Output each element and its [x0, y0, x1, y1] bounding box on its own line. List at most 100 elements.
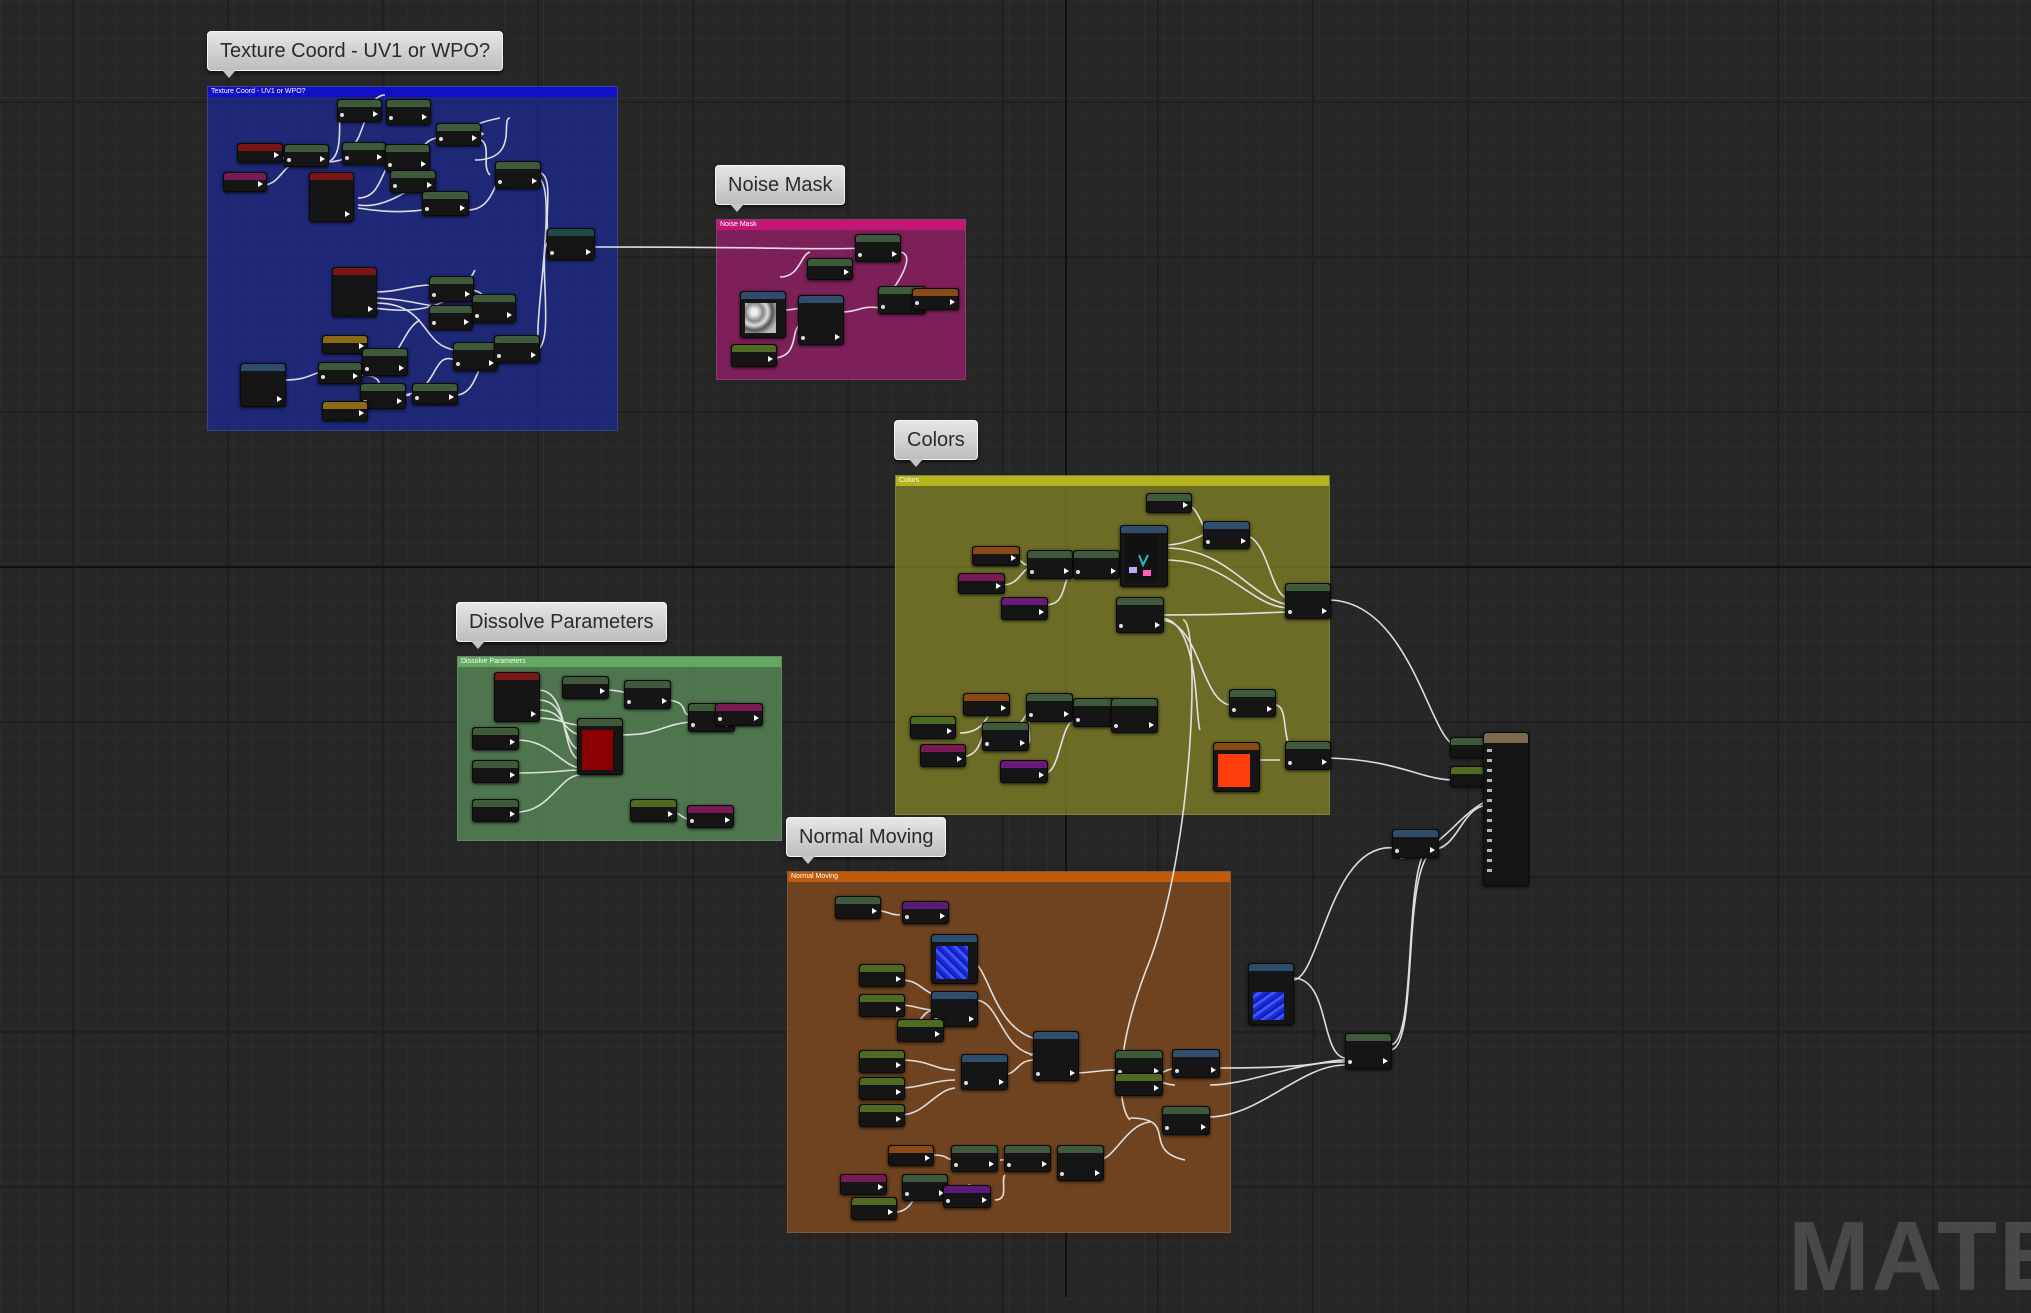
- colors-node-green-8[interactable]: [910, 716, 956, 739]
- dissolve-node-red-preview[interactable]: [494, 672, 540, 722]
- noise-node-orange-1[interactable]: [912, 288, 959, 310]
- colors-node-magenta-4[interactable]: [1000, 760, 1048, 783]
- dissolve-node-green-6[interactable]: [472, 799, 519, 822]
- wire: [1160, 612, 1290, 615]
- red-color-swatch: [582, 730, 613, 770]
- texcoord-node-green-11[interactable]: [429, 305, 473, 330]
- normal-node-blue-2[interactable]: [961, 1054, 1008, 1090]
- material-result-node[interactable]: [1483, 732, 1529, 886]
- normal-node-green-4[interactable]: [897, 1019, 944, 1042]
- normal-node-purple-2[interactable]: [943, 1185, 991, 1208]
- wire: [375, 285, 432, 292]
- texcoord-node-green-10[interactable]: [429, 276, 474, 302]
- colors-node-magenta-3[interactable]: [920, 744, 966, 767]
- colors-node-green-2[interactable]: [1073, 550, 1120, 579]
- noise-texture-sample[interactable]: [740, 291, 786, 338]
- colors-node-green-top[interactable]: [1146, 493, 1192, 513]
- normal-texture-preview-2: [1253, 992, 1284, 1020]
- texcoord-node-red-preview[interactable]: [309, 172, 354, 222]
- normal-node-green-7[interactable]: [859, 1104, 905, 1127]
- texcoord-node-green-9[interactable]: [495, 161, 541, 189]
- texcoord-node-green-4[interactable]: [342, 142, 386, 165]
- texcoord-node-green-12[interactable]: [472, 294, 516, 323]
- texcoord-node-green-1[interactable]: [284, 144, 329, 167]
- texcoord-node-green-5[interactable]: [385, 144, 430, 172]
- colors-node-green-3[interactable]: [1116, 597, 1164, 633]
- texcoord-node-green-18[interactable]: [412, 383, 458, 405]
- colors-node-green-5[interactable]: [1026, 693, 1073, 722]
- texcoord-node-green-7[interactable]: [436, 123, 481, 146]
- wire: [1390, 845, 1435, 1045]
- normal-node-green-6[interactable]: [859, 1077, 905, 1100]
- texcoord-node-green-3[interactable]: [386, 99, 431, 125]
- normal-node-magenta-1[interactable]: [840, 1174, 887, 1195]
- colors-node-green-9[interactable]: [982, 722, 1029, 751]
- dissolve-node-magenta-1[interactable]: [715, 703, 763, 726]
- colors-node-magenta-2[interactable]: [1001, 597, 1048, 620]
- colors-node-magenta-1[interactable]: [958, 573, 1005, 594]
- colors-node-green-10[interactable]: [1229, 689, 1276, 717]
- texcoord-node-red-preview-2[interactable]: [332, 267, 377, 317]
- normal-node-green-5[interactable]: [859, 1050, 905, 1073]
- colors-node-green-7[interactable]: [1111, 698, 1158, 733]
- normal-node-green-11[interactable]: [951, 1145, 998, 1172]
- normal-node-orange-1[interactable]: [888, 1145, 934, 1166]
- wire: [842, 307, 880, 312]
- wire: [900, 1080, 955, 1088]
- normal-texture-sample-1[interactable]: [931, 934, 978, 984]
- noise-node-green-1[interactable]: [855, 234, 901, 262]
- texcoord-node-green-16[interactable]: [318, 362, 362, 384]
- dissolve-node-green-4[interactable]: [472, 727, 519, 750]
- texcoord-node-red-1[interactable]: [237, 143, 283, 163]
- normal-node-green-12[interactable]: [1004, 1145, 1051, 1172]
- texcoord-node-green-14[interactable]: [494, 335, 540, 363]
- normal-node-green-2[interactable]: [859, 964, 905, 987]
- colors-texture-sample[interactable]: [1120, 525, 1168, 587]
- wire: [1121, 620, 1192, 1120]
- dissolve-node-green-2[interactable]: [624, 680, 671, 709]
- colors-node-orange-2[interactable]: [963, 693, 1010, 716]
- dissolve-node-green-5[interactable]: [472, 760, 519, 783]
- normal-node-green-9[interactable]: [1115, 1073, 1163, 1096]
- normal-node-green-10[interactable]: [1162, 1106, 1210, 1135]
- colors-param-orange-preview[interactable]: [1213, 742, 1260, 792]
- normal-node-green-13[interactable]: [1057, 1145, 1104, 1181]
- normal-node-purple-1[interactable]: [902, 901, 949, 924]
- noise-node-green-2[interactable]: [807, 258, 853, 280]
- wire: [1210, 1062, 1345, 1085]
- colors-node-green-11[interactable]: [1285, 741, 1331, 770]
- dissolve-node-green-1[interactable]: [562, 676, 609, 699]
- dissolve-node-green-7[interactable]: [630, 799, 677, 822]
- texcoord-node-green-2[interactable]: [337, 99, 382, 122]
- noise-node-green-4[interactable]: [731, 344, 777, 367]
- texcoord-node-green-6[interactable]: [390, 170, 436, 193]
- normal-texture-sample-2[interactable]: [1248, 963, 1294, 1025]
- texcoord-node-blue-1[interactable]: [240, 363, 286, 407]
- colors-node-green-4[interactable]: [1285, 583, 1331, 619]
- colors-node-blue-1[interactable]: [1203, 521, 1250, 549]
- normal-node-green-14[interactable]: [902, 1174, 948, 1201]
- colors-node-orange-1[interactable]: [972, 546, 1020, 566]
- output-blend-node[interactable]: [1345, 1033, 1392, 1069]
- material-graph-canvas[interactable]: Texture Coord - UV1 or WPO? Noise Mask C…: [0, 0, 2031, 1297]
- normal-node-green-15[interactable]: [851, 1197, 897, 1220]
- normal-node-blue-3[interactable]: [1172, 1049, 1220, 1078]
- texcoord-node-magenta-1[interactable]: [223, 172, 267, 192]
- normal-node-dark-1[interactable]: [1033, 1031, 1079, 1081]
- wire: [975, 1000, 1035, 1055]
- wire: [995, 1175, 1005, 1200]
- normal-node-green-3[interactable]: [859, 994, 905, 1017]
- dissolve-node-magenta-2[interactable]: [687, 805, 734, 828]
- output-blue-node[interactable]: [1392, 829, 1439, 858]
- wire: [1430, 805, 1490, 850]
- texcoord-node-orange-2[interactable]: [322, 401, 368, 421]
- noise-node-dark-1[interactable]: [798, 295, 844, 345]
- normal-node-green-1[interactable]: [835, 896, 881, 919]
- colors-node-green-1[interactable]: [1027, 550, 1073, 579]
- texcoord-node-green-13[interactable]: [453, 342, 498, 371]
- texcoord-node-teal-output[interactable]: [547, 228, 595, 260]
- texcoord-node-green-8[interactable]: [422, 191, 469, 216]
- material-result-input-pins[interactable]: [1487, 749, 1492, 879]
- texcoord-node-green-15[interactable]: [362, 348, 408, 376]
- dissolve-param-red-preview[interactable]: [577, 718, 623, 775]
